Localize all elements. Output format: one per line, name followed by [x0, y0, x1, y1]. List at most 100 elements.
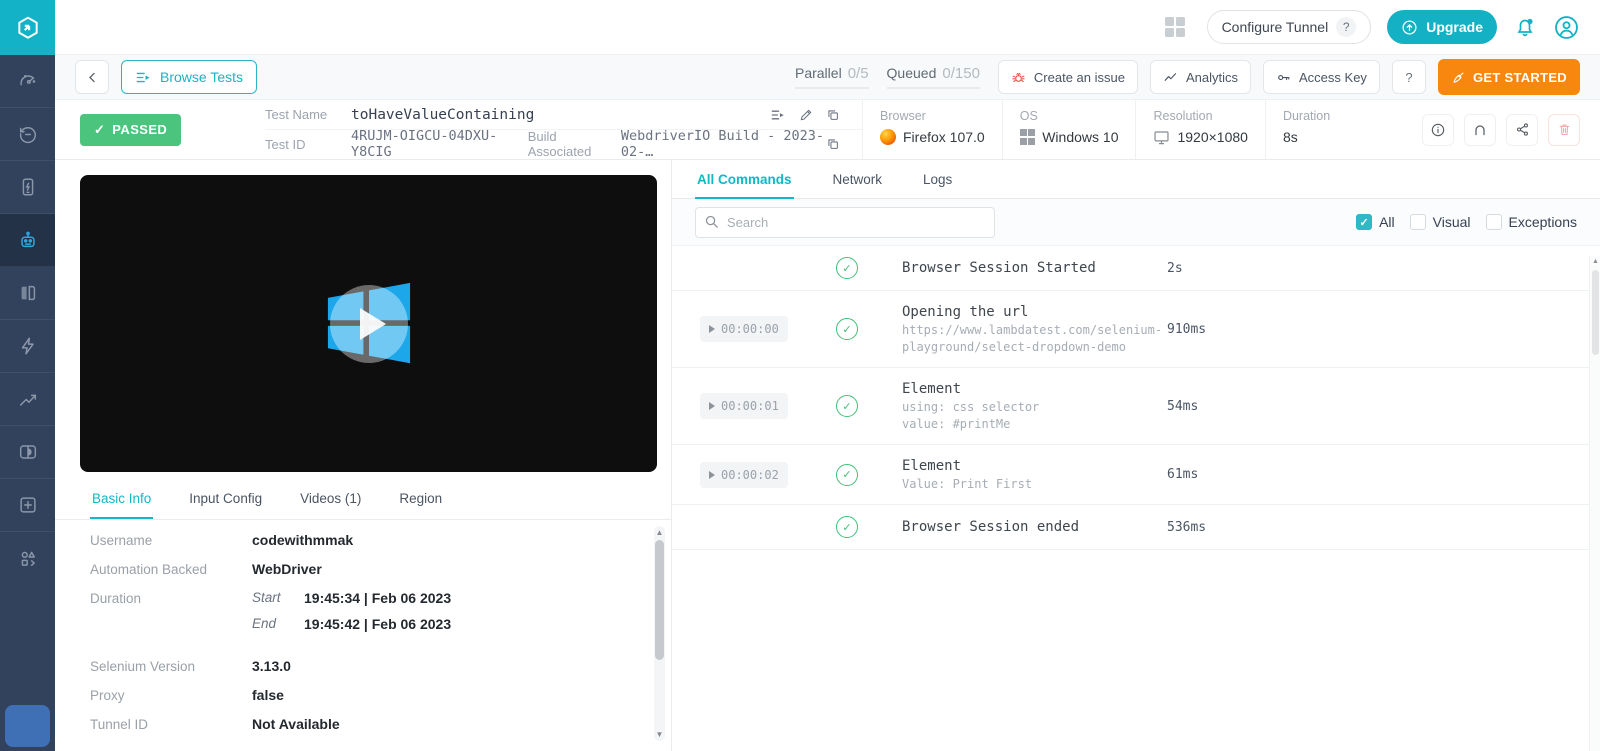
- scroll-up-icon[interactable]: ▲: [1590, 258, 1600, 265]
- sidebar-item-realdevice[interactable]: [0, 161, 55, 214]
- create-issue-button[interactable]: Create an issue: [997, 60, 1138, 94]
- command-title: Opening the url: [902, 304, 1029, 320]
- scrollbar-thumb[interactable]: [1592, 270, 1599, 355]
- configure-tunnel-button[interactable]: Configure Tunnel ?: [1206, 10, 1372, 44]
- analytics-button[interactable]: Analytics: [1149, 60, 1252, 94]
- copy-icon[interactable]: [826, 137, 840, 151]
- gauge-icon: [19, 74, 35, 86]
- command-filter-bar: ✓ All Visual Exceptions: [672, 199, 1600, 246]
- filter-visual-label: Visual: [1432, 214, 1471, 230]
- checkbox-icon[interactable]: [1409, 214, 1426, 230]
- checkbox-checked-icon[interactable]: ✓: [1356, 214, 1373, 230]
- tab-all-commands[interactable]: All Commands: [695, 160, 794, 199]
- filter-exceptions[interactable]: Exceptions: [1485, 214, 1577, 230]
- notifications-button[interactable]: [1513, 15, 1537, 39]
- tunnel-value: Not Available: [252, 716, 340, 732]
- success-check-icon: ✓: [836, 395, 858, 417]
- success-check-icon: ✓: [836, 463, 858, 486]
- chevron-left-icon: [88, 72, 95, 82]
- help-button[interactable]: ?: [1391, 60, 1426, 94]
- command-row[interactable]: 00:00:00 ✓ Opening the url https://www.l…: [672, 291, 1600, 368]
- env-duration-label: Duration: [1282, 109, 1331, 123]
- filter-visual[interactable]: Visual: [1409, 214, 1471, 230]
- search-icon: [705, 215, 718, 228]
- tab-network[interactable]: Network: [831, 160, 885, 199]
- search-input[interactable]: [695, 206, 995, 238]
- filter-all-label: All: [1379, 214, 1395, 230]
- env-os-value: Windows 10: [1042, 129, 1119, 145]
- bell-icon: [1517, 18, 1533, 37]
- edit-pencil-icon[interactable]: [799, 108, 813, 122]
- chat-widget-button[interactable]: [5, 705, 50, 747]
- tab-region[interactable]: Region: [397, 480, 444, 519]
- selenium-value: 3.13.0: [252, 658, 291, 674]
- command-row[interactable]: ✓ Browser Session ended 536ms: [672, 505, 1600, 550]
- command-list: ✓ Browser Session Started 2s 00:00:00 ✓ …: [672, 246, 1600, 751]
- test-name-label: Test Name: [265, 107, 328, 122]
- get-started-button[interactable]: GET STARTED: [1437, 59, 1580, 95]
- end-label: End: [252, 616, 277, 631]
- sidebar-item-visual[interactable]: [0, 426, 55, 479]
- analytics-icon: [1164, 72, 1177, 81]
- detail-row-selenium: Selenium Version 3.13.0: [90, 658, 641, 674]
- scroll-down-icon[interactable]: ▼: [654, 730, 665, 739]
- timestamp-chip[interactable]: 00:00:01: [700, 393, 788, 419]
- plus-square-icon: [19, 497, 36, 513]
- details-scrollbar[interactable]: ▲ ▼: [654, 526, 665, 741]
- filter-exceptions-label: Exceptions: [1508, 214, 1577, 230]
- create-issue-label: Create an issue: [1033, 69, 1125, 85]
- account-menu[interactable]: [1553, 14, 1580, 41]
- command-row[interactable]: 00:00:02 ✓ Element Value: Print First 61…: [672, 445, 1600, 505]
- scroll-up-icon[interactable]: ▲: [654, 528, 665, 537]
- scrollbar-thumb[interactable]: [655, 540, 664, 660]
- env-browser: Browser Firefox 107.0: [862, 100, 1002, 159]
- page-scrollbar[interactable]: ▲: [1589, 256, 1600, 751]
- play-button[interactable]: [329, 284, 408, 363]
- sidebar-item-gauge[interactable]: [0, 55, 55, 108]
- tunnel-arch-button[interactable]: [1464, 113, 1496, 146]
- sidebar-item-insights[interactable]: [0, 373, 55, 426]
- browse-tests-button[interactable]: Browse Tests: [121, 60, 257, 94]
- info-button[interactable]: [1422, 113, 1454, 146]
- command-list-icon[interactable]: [770, 108, 786, 122]
- avatar-icon: [1555, 15, 1578, 39]
- env-browser-value: Firefox 107.0: [903, 129, 985, 145]
- timestamp-chip[interactable]: 00:00:02: [700, 461, 788, 488]
- test-list-icon: [136, 72, 150, 82]
- tab-input-config[interactable]: Input Config: [187, 480, 264, 519]
- tunnel-help-icon[interactable]: ?: [1336, 17, 1357, 37]
- queued-stat: Queued 0/150: [886, 65, 980, 89]
- upgrade-button[interactable]: Upgrade: [1387, 10, 1497, 44]
- page-flip-icon: [21, 285, 35, 301]
- command-row[interactable]: ✓ Browser Session Started 2s: [672, 246, 1600, 291]
- back-button[interactable]: [75, 60, 109, 94]
- video-player[interactable]: [80, 175, 657, 472]
- sidebar-item-history[interactable]: [0, 108, 55, 161]
- sidebar-item-automation[interactable]: [0, 214, 55, 267]
- tab-basic-info[interactable]: Basic Info: [90, 480, 154, 519]
- share-button[interactable]: [1506, 113, 1538, 146]
- end-value: 19:45:42 | Feb 06 2023: [304, 616, 452, 632]
- timestamp-chip[interactable]: 00:00:00: [700, 316, 788, 342]
- commands-tabs: All Commands Network Logs: [672, 160, 1600, 199]
- lambdatest-logo[interactable]: [0, 0, 55, 55]
- trash-icon: [1559, 124, 1569, 136]
- sidebar-item-browsers[interactable]: [0, 267, 55, 320]
- access-key-button[interactable]: Access Key: [1263, 60, 1380, 94]
- delete-button[interactable]: [1548, 113, 1580, 146]
- sidebar-item-hyperexecute[interactable]: [0, 320, 55, 373]
- test-id-value: 4RUJM-OIGCU-04DXU-Y8CIG: [351, 128, 498, 160]
- test-toolbar: Browse Tests Parallel 0/5 Queued 0/150 C…: [55, 55, 1600, 100]
- checkbox-icon[interactable]: [1485, 214, 1502, 230]
- sidebar-item-more-apps[interactable]: [0, 532, 55, 585]
- apps-grid-icon[interactable]: [1164, 17, 1185, 37]
- tab-logs[interactable]: Logs: [921, 160, 954, 199]
- success-check-icon: ✓: [836, 516, 858, 538]
- command-row[interactable]: 00:00:01 ✓ Element using: css selector v…: [672, 368, 1600, 445]
- detail-row-username: Username codewithmmak: [90, 532, 641, 548]
- basic-info-panel: Username codewithmmak Automation Backed …: [55, 520, 671, 751]
- copy-icon[interactable]: [826, 108, 840, 122]
- tab-videos[interactable]: Videos (1): [298, 480, 363, 519]
- sidebar-item-add[interactable]: [0, 479, 55, 532]
- filter-all[interactable]: ✓ All: [1356, 214, 1395, 230]
